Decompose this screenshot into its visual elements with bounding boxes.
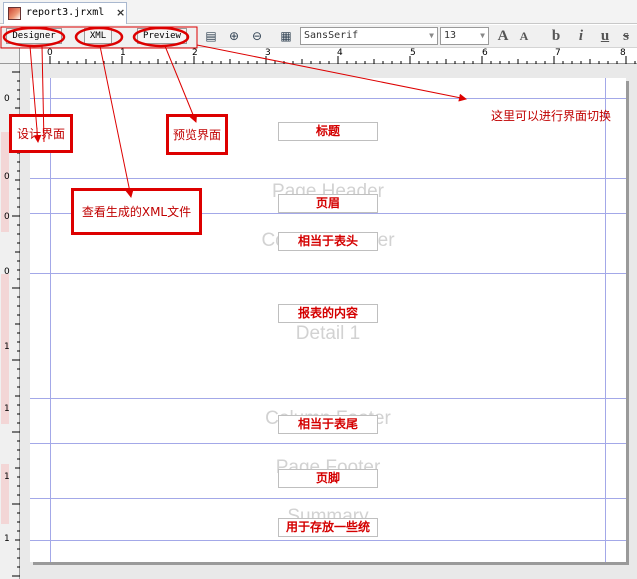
close-icon[interactable]: × <box>116 6 125 19</box>
page-header-field[interactable]: 页眉 <box>278 194 378 213</box>
band-label-detail: Detail 1 <box>295 323 361 344</box>
band-separator[interactable] <box>30 443 626 444</box>
ruler-label: 1 <box>4 534 10 544</box>
decrease-font-button[interactable]: A <box>515 28 533 45</box>
ruler-label: 0 <box>4 212 10 222</box>
font-size-value: 13 <box>444 30 457 41</box>
designer-button[interactable]: Designer <box>6 28 62 44</box>
horizontal-ruler-ticks <box>49 56 636 64</box>
xml-button[interactable]: XML <box>84 28 112 44</box>
title-field[interactable]: 标题 <box>278 122 378 141</box>
report-page[interactable]: Page Header Column Header Detail 1 Colum… <box>30 78 626 562</box>
ruler-label: 7 <box>555 48 561 58</box>
band-separator[interactable] <box>30 540 626 541</box>
designer-callout-text: 设计界面 <box>16 127 65 141</box>
detail-field[interactable]: 报表的内容 <box>278 304 378 323</box>
ruler-label: 8 <box>620 48 626 58</box>
database-icon[interactable]: ▤ <box>203 28 219 44</box>
summary-field[interactable]: 用于存放一些统 <box>278 518 378 537</box>
underline-button[interactable]: u <box>596 28 614 45</box>
preview-callout: 预览界面 <box>166 114 228 155</box>
column-header-field[interactable]: 相当于表头 <box>278 232 378 251</box>
ruler-label: 1 <box>4 342 10 352</box>
preview-callout-text: 预览界面 <box>172 128 221 142</box>
band-separator[interactable] <box>30 178 626 179</box>
editor-tab-bar: report3.jrxml × <box>0 0 637 24</box>
band-separator[interactable] <box>30 273 626 274</box>
bold-button[interactable]: b <box>547 28 565 45</box>
font-family-value: SansSerif <box>304 30 359 41</box>
ruler-label: 0 <box>4 267 10 277</box>
tab-report3[interactable]: report3.jrxml × <box>3 2 127 24</box>
chevron-down-icon: ▼ <box>480 31 485 40</box>
ruler-label: 1 <box>4 404 10 414</box>
font-family-select[interactable]: SansSerif ▼ <box>300 27 438 45</box>
ruler-label: 4 <box>337 48 343 58</box>
column-footer-field[interactable]: 相当于表尾 <box>278 415 378 434</box>
ruler-label: 0 <box>47 48 53 58</box>
designer-toolbar: Designer XML Preview ▤ ⊕ ⊖ ▦ SansSerif ▼… <box>0 25 637 48</box>
font-size-select[interactable]: 13 ▼ <box>440 27 489 45</box>
ruler-label: 1 <box>4 472 10 482</box>
ruler-label: 1 <box>120 48 126 58</box>
ruler-label: 6 <box>482 48 488 58</box>
report-canvas[interactable]: Page Header Column Header Detail 1 Colum… <box>20 64 637 579</box>
page-footer-field[interactable]: 页脚 <box>278 469 378 488</box>
horizontal-ruler: 0 1 2 3 4 5 6 7 8 <box>20 48 637 64</box>
ruler-label: 0 <box>4 94 10 104</box>
strikethrough-button[interactable]: s <box>617 28 635 45</box>
ruler-label: 2 <box>192 48 198 58</box>
increase-font-button[interactable]: A <box>494 28 512 45</box>
band-separator[interactable] <box>30 498 626 499</box>
zoom-out-icon[interactable]: ⊖ <box>249 28 265 44</box>
xml-callout: 查看生成的XML文件 <box>71 188 202 235</box>
preview-button[interactable]: Preview <box>137 28 187 44</box>
ruler-label: 0 <box>4 172 10 182</box>
tab-title: report3.jrxml <box>26 7 105 18</box>
band-separator[interactable] <box>30 98 626 99</box>
xml-callout-text: 查看生成的XML文件 <box>81 205 192 219</box>
designer-callout: 设计界面 <box>9 114 73 153</box>
jrxml-file-icon <box>8 7 21 20</box>
zoom-in-icon[interactable]: ⊕ <box>226 28 242 44</box>
ruler-label: 5 <box>410 48 416 58</box>
switch-annotation-text: 这里可以进行界面切换 <box>491 109 612 123</box>
ruler-corner <box>0 48 20 64</box>
italic-button[interactable]: i <box>572 28 590 45</box>
chevron-down-icon: ▼ <box>429 31 434 40</box>
ruler-label: 3 <box>265 48 271 58</box>
right-margin-guide <box>605 78 606 562</box>
band-separator[interactable] <box>30 398 626 399</box>
paste-icon[interactable]: ▦ <box>278 28 294 44</box>
